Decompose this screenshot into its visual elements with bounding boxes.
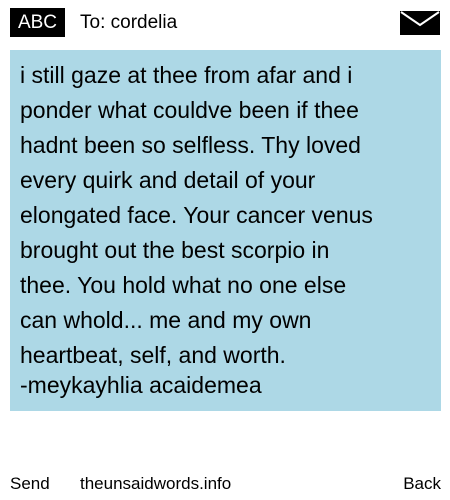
message-screen: ABC To: cordelia i still gaze at thee fr… <box>0 0 450 500</box>
recipient-field[interactable]: To: cordelia <box>80 8 177 37</box>
input-mode-badge[interactable]: ABC <box>10 8 65 37</box>
message-text: i still gaze at thee from afar and i pon… <box>20 62 373 368</box>
message-signature: -meykayhlia acaidemea <box>20 372 262 398</box>
envelope-icon <box>400 11 440 35</box>
site-label: theunsaidwords.info <box>80 474 232 493</box>
message-body-box[interactable]: i still gaze at thee from afar and i pon… <box>10 50 441 411</box>
send-button[interactable]: Send <box>10 472 50 496</box>
back-button[interactable]: Back <box>403 472 441 496</box>
